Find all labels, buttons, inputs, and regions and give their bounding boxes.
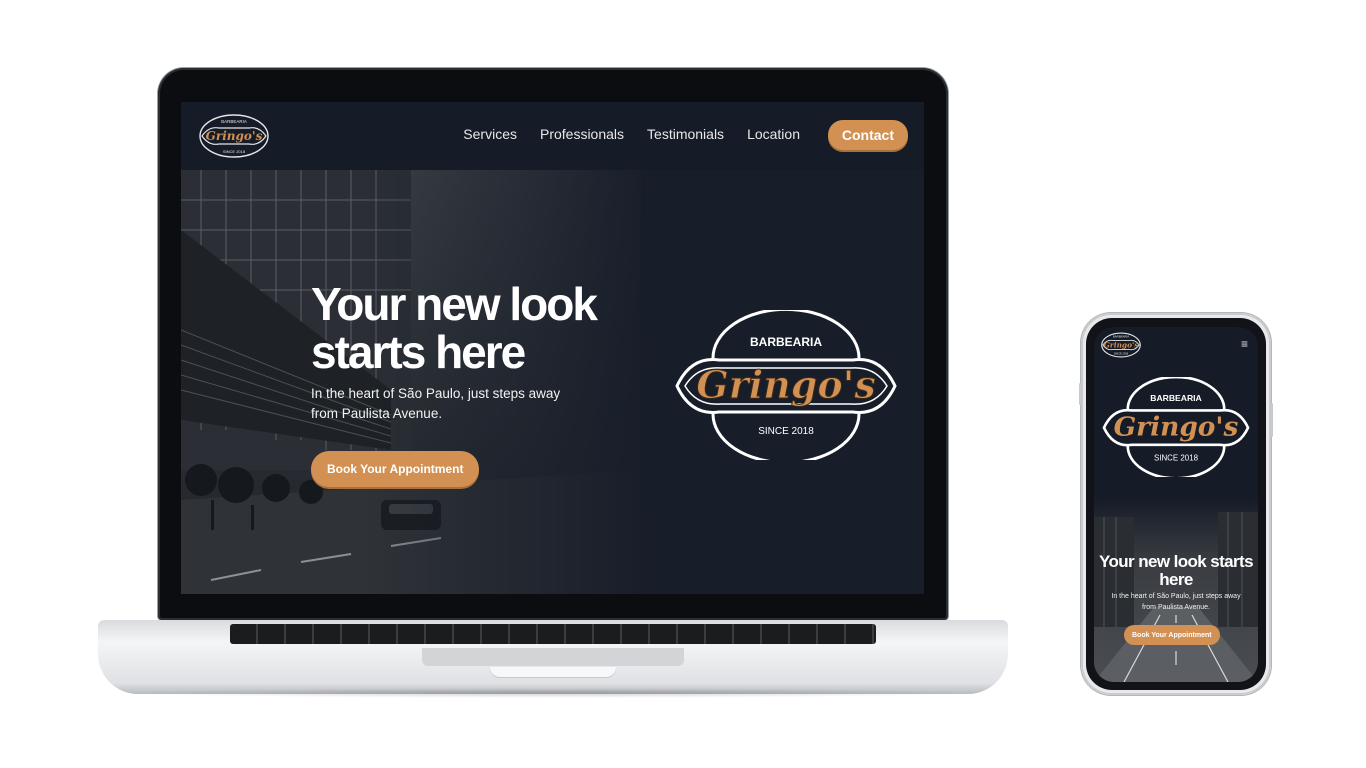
mobile-hero-subtitle: In the heart of São Paulo, just steps aw… <box>1111 593 1241 611</box>
hero-title: Your new look starts here <box>311 278 598 378</box>
laptop-shadow <box>118 688 988 698</box>
nav-location[interactable]: Location <box>747 126 800 142</box>
mobile-brand-logo[interactable]: BARBEARIA Gringo's SINCE 2018 <box>1100 331 1142 359</box>
brand-emblem: BARBEARIA Gringo's SINCE 2018 <box>675 310 897 460</box>
nav-services[interactable]: Services <box>463 126 517 142</box>
nav-menu: Services Professionals Testimonials Loca… <box>463 126 800 142</box>
phone-bezel: BARBEARIA Gringo's SINCE 2018 ≡ BARBEARI… <box>1086 318 1266 690</box>
contact-button[interactable]: Contact <box>827 120 908 150</box>
svg-text:SINCE 2018: SINCE 2018 <box>1114 352 1129 356</box>
phone-power-button <box>1270 403 1273 437</box>
hamburger-icon[interactable]: ≡ <box>1241 338 1248 350</box>
keyboard <box>230 624 876 644</box>
hero-subtitle: In the heart of São Paulo, just steps aw… <box>311 386 561 421</box>
nav-professionals[interactable]: Professionals <box>540 126 624 142</box>
mobile-city-street-photo <box>1094 497 1258 682</box>
svg-text:Gringo's: Gringo's <box>206 129 263 143</box>
svg-text:SINCE 2018: SINCE 2018 <box>223 149 246 154</box>
mobile-book-appointment-button[interactable]: Book Your Appointment <box>1124 625 1220 645</box>
svg-text:BARBEARIA: BARBEARIA <box>1113 335 1129 339</box>
svg-text:Gringo's: Gringo's <box>1104 340 1139 349</box>
brand-logo[interactable]: BARBEARIA Gringo's SINCE 2018 <box>197 112 271 160</box>
svg-text:Gringo's: Gringo's <box>696 362 875 407</box>
laptop-mockup: BARBEARIA Gringo's SINCE 2018 Services P… <box>98 68 1008 700</box>
navbar: BARBEARIA Gringo's SINCE 2018 Services P… <box>181 102 924 170</box>
laptop-base <box>98 620 1008 694</box>
mobile-brand-emblem: BARBEARIA Gringo's SINCE 2018 <box>1102 377 1250 477</box>
svg-text:BARBEARIA: BARBEARIA <box>750 335 822 349</box>
lid-notch <box>490 667 616 677</box>
hero-fade-overlay <box>361 170 661 594</box>
phone-volume-button <box>1079 383 1082 405</box>
phone-screen: BARBEARIA Gringo's SINCE 2018 ≡ BARBEARI… <box>1094 327 1258 682</box>
nav-testimonials[interactable]: Testimonials <box>647 126 724 142</box>
svg-text:BARBEARIA: BARBEARIA <box>221 119 247 124</box>
svg-text:SINCE 2018: SINCE 2018 <box>758 426 814 437</box>
laptop-screen: BARBEARIA Gringo's SINCE 2018 Services P… <box>181 102 924 594</box>
mobile-navbar: BARBEARIA Gringo's SINCE 2018 ≡ <box>1094 327 1258 361</box>
svg-text:SINCE 2018: SINCE 2018 <box>1154 454 1199 463</box>
mobile-hero-title: Your new look starts here <box>1099 552 1254 589</box>
svg-text:Gringo's: Gringo's <box>1114 412 1239 443</box>
book-appointment-button[interactable]: Book Your Appointment <box>311 451 480 487</box>
svg-text:BARBEARIA: BARBEARIA <box>1150 393 1201 403</box>
phone-mockup: BARBEARIA Gringo's SINCE 2018 ≡ BARBEARI… <box>1079 313 1273 695</box>
hero-section: Your new look starts here In the heart o… <box>181 170 924 594</box>
trackpad <box>422 648 684 666</box>
